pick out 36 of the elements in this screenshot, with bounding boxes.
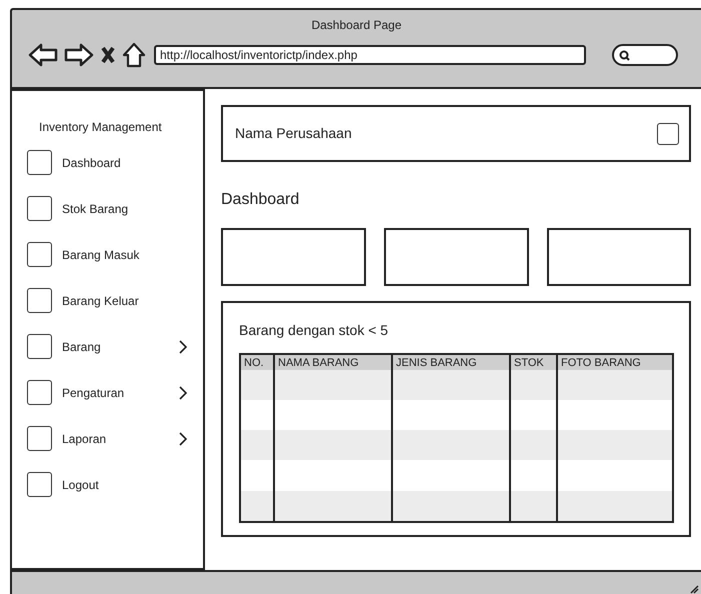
home-icon[interactable]: [122, 42, 146, 68]
table-title: Barang dengan stok < 5: [239, 321, 390, 340]
placeholder-square: [27, 242, 52, 267]
placeholder-square: [657, 122, 679, 144]
sidebar-item[interactable]: Stok Barang: [27, 196, 187, 221]
column-header: FOTO BARANG: [560, 356, 642, 371]
search-field[interactable]: [612, 44, 678, 66]
sidebar-item[interactable]: Laporan: [27, 426, 187, 451]
search-icon: [619, 50, 630, 60]
column-header: NAMA BARANG: [277, 356, 360, 371]
address-field[interactable]: http://localhost/inventorictp/index.php: [154, 45, 586, 65]
sidebar-item[interactable]: Barang Masuk: [27, 242, 187, 267]
sidebar-item[interactable]: Logout: [27, 472, 187, 497]
placeholder-square: [27, 196, 52, 221]
column-header: STOK: [513, 356, 545, 371]
placeholder-square: [27, 426, 52, 451]
column-header: NO.: [243, 356, 265, 371]
page-title: Dashboard: [221, 190, 300, 210]
placeholder-square: [27, 334, 52, 359]
placeholder-square: [27, 472, 52, 497]
back-icon[interactable]: [28, 43, 58, 67]
placeholder-square: [27, 380, 52, 405]
close-icon[interactable]: [100, 46, 116, 64]
url-text: http://localhost/inventorictp/index.php: [160, 47, 358, 64]
window-title: Dashboard Page: [311, 17, 402, 34]
sidebar-item[interactable]: Barang: [27, 334, 187, 359]
column-header: JENIS BARANG: [395, 356, 478, 371]
sidebar-item[interactable]: Dashboard: [27, 150, 187, 175]
resize-grip-icon[interactable]: [689, 584, 699, 594]
company-name: Nama Perusahaan: [235, 124, 352, 143]
sidebar-item[interactable]: Pengaturan: [27, 380, 187, 405]
placeholder-square: [27, 150, 52, 175]
sidebar-title: Inventory Management: [39, 119, 162, 136]
placeholder-square: [27, 288, 52, 313]
forward-icon[interactable]: [64, 43, 94, 67]
sidebar-item[interactable]: Barang Keluar: [27, 288, 187, 313]
